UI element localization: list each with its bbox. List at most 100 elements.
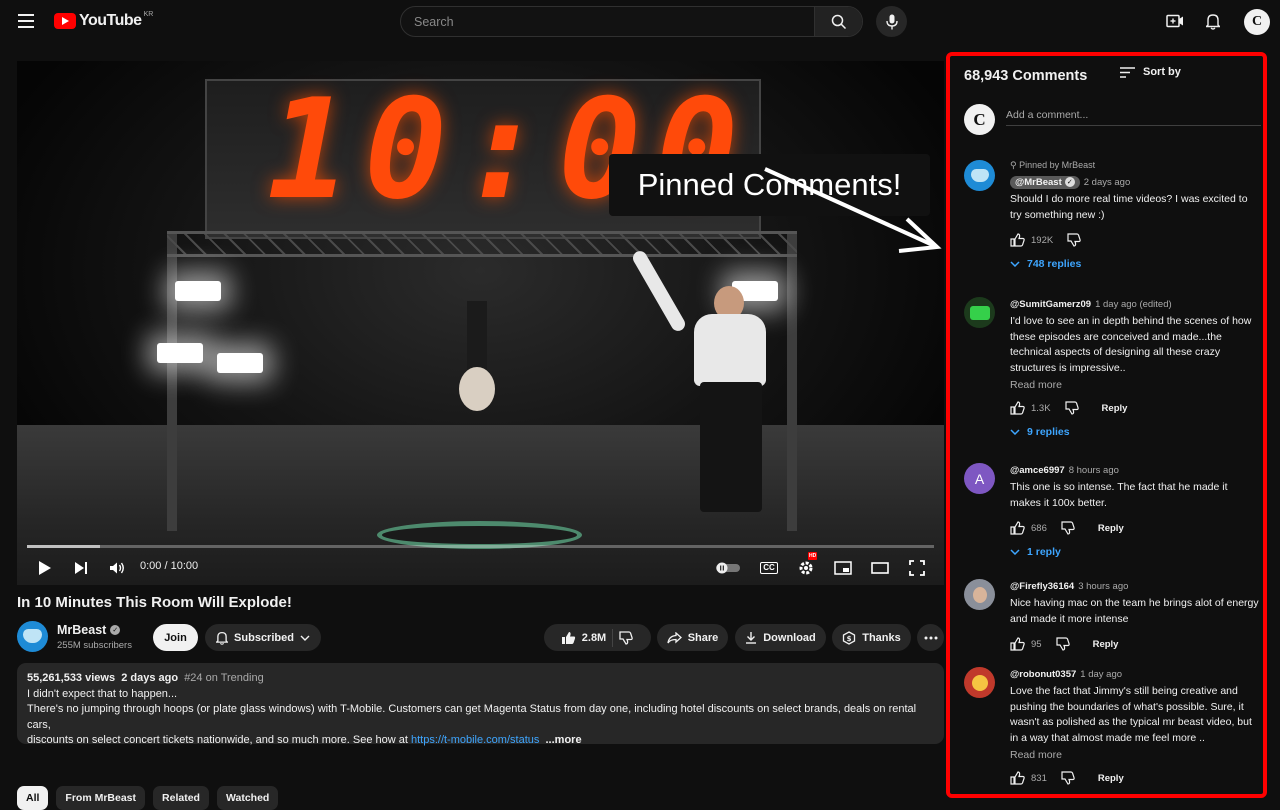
like-dislike-group: 2.8M: [544, 624, 651, 651]
like-count: 95: [1031, 638, 1042, 650]
thumbs-up-icon[interactable]: [1010, 637, 1025, 651]
comment-meta: @Firefly36164 3 hours ago: [1010, 579, 1260, 593]
share-button[interactable]: Share: [657, 624, 728, 651]
chip-all[interactable]: All: [17, 786, 49, 810]
skip-next-icon: [75, 562, 87, 574]
view-replies-button[interactable]: 1 reply: [1010, 546, 1260, 558]
chevron-down-icon: [1010, 549, 1020, 556]
subscribed-label: Subscribed: [234, 631, 294, 644]
comment-actions: 192K: [1010, 231, 1260, 249]
stadium-light: [175, 281, 221, 301]
chip-from-channel[interactable]: From MrBeast: [56, 786, 146, 810]
reply-button[interactable]: Reply: [1093, 639, 1119, 650]
commenter-avatar[interactable]: [964, 297, 995, 328]
comment-time[interactable]: 8 hours ago: [1069, 465, 1119, 476]
channel-name[interactable]: MrBeast ✓: [57, 623, 121, 637]
trending-badge[interactable]: #24 on Trending: [184, 672, 264, 684]
menu-icon[interactable]: [18, 14, 34, 28]
miniplayer-button[interactable]: [832, 555, 854, 581]
description-line: I didn't expect that to happen...: [27, 687, 178, 700]
thumbs-up-icon[interactable]: [561, 631, 576, 645]
download-button[interactable]: Download: [735, 624, 826, 651]
thumbs-down-icon[interactable]: [1061, 771, 1076, 785]
read-more-button[interactable]: Read more: [1010, 749, 1260, 761]
progress-bar[interactable]: [27, 545, 934, 548]
theater-mode-button[interactable]: [869, 555, 891, 581]
voice-search-button[interactable]: [876, 6, 907, 37]
fullscreen-icon: [909, 560, 925, 576]
commenter-avatar[interactable]: [964, 667, 995, 698]
autoplay-toggle[interactable]: [715, 555, 741, 581]
description-link[interactable]: https://t-mobile.com/status: [411, 734, 539, 746]
next-button[interactable]: [71, 555, 91, 581]
view-replies-button[interactable]: 748 replies: [1010, 258, 1260, 270]
comment-time[interactable]: 1 day ago: [1080, 669, 1122, 680]
chip-related[interactable]: Related: [153, 786, 209, 810]
channel-avatar[interactable]: [17, 621, 48, 652]
create-button[interactable]: [1165, 11, 1185, 31]
view-replies-button[interactable]: 9 replies: [1010, 426, 1260, 438]
avatar-initial: A: [974, 470, 985, 487]
thumbs-up-icon[interactable]: [1010, 771, 1025, 785]
comment-actions: 831 Reply: [1010, 769, 1260, 787]
svg-text:$: $: [847, 635, 852, 643]
thumbs-down-icon[interactable]: [619, 630, 634, 645]
thumbs-up-icon[interactable]: [1010, 401, 1025, 415]
read-more-button[interactable]: Read more: [1010, 379, 1260, 391]
settings-button[interactable]: HD: [795, 552, 818, 581]
gear-icon: [799, 561, 813, 575]
comment-time[interactable]: 3 hours ago: [1078, 581, 1128, 592]
share-label: Share: [687, 631, 719, 644]
thumbs-down-icon[interactable]: [1064, 401, 1080, 415]
reply-button[interactable]: Reply: [1102, 403, 1128, 414]
comment-time[interactable]: 2 days ago: [1084, 177, 1130, 188]
commenter-avatar[interactable]: A: [964, 463, 995, 494]
video-frame: 10:00: [17, 61, 944, 585]
pillar-left: [167, 231, 177, 531]
fullscreen-button[interactable]: [906, 555, 928, 581]
more-actions-button[interactable]: [917, 624, 944, 651]
bell-icon: [1206, 13, 1220, 30]
hanging-person: [457, 301, 497, 411]
comment-time[interactable]: 1 day ago (edited): [1095, 299, 1172, 310]
reply-button[interactable]: Reply: [1098, 773, 1124, 784]
comment-author[interactable]: @amce6997: [1010, 465, 1065, 476]
comment-item: @robonut0357 1 day ago Love the fact tha…: [964, 667, 1263, 794]
reply-button[interactable]: Reply: [1098, 523, 1124, 534]
volume-button[interactable]: [107, 555, 127, 581]
thanks-button[interactable]: $ Thanks: [832, 624, 911, 651]
thumbs-down-icon[interactable]: [1055, 637, 1071, 651]
comment-author[interactable]: @MrBeast ✓: [1010, 175, 1080, 189]
like-count: 831: [1031, 772, 1047, 784]
search-button[interactable]: [814, 7, 862, 36]
play-button[interactable]: [35, 555, 55, 581]
pinned-by-text: Pinned by MrBeast: [1019, 160, 1096, 170]
commenter-avatar[interactable]: [964, 160, 995, 191]
thumbs-down-icon[interactable]: [1067, 233, 1082, 247]
search-input[interactable]: [401, 7, 815, 36]
like-count: 1.3K: [1031, 402, 1051, 414]
notifications-button[interactable]: [1203, 11, 1223, 31]
bell-icon: [216, 631, 229, 645]
sort-button[interactable]: Sort by: [1120, 66, 1181, 78]
add-comment-input[interactable]: [1006, 104, 1261, 126]
thumbs-up-icon[interactable]: [1010, 233, 1025, 247]
captions-button[interactable]: CC: [758, 555, 780, 581]
thumbs-down-icon[interactable]: [1061, 521, 1076, 535]
like-count[interactable]: 2.8M: [582, 632, 606, 644]
subscribed-button[interactable]: Subscribed: [205, 624, 321, 651]
comment-author[interactable]: @robonut0357: [1010, 669, 1076, 680]
download-icon: [746, 632, 757, 644]
join-button[interactable]: Join: [153, 624, 198, 651]
thumbs-up-icon[interactable]: [1010, 521, 1025, 535]
account-avatar[interactable]: C: [1244, 9, 1270, 35]
youtube-logo[interactable]: YouTube KR: [54, 11, 153, 30]
show-more-button[interactable]: ...more: [546, 734, 582, 746]
video-player[interactable]: 10:00 Pinned Comments! 0:00 / 10:00 CC H…: [17, 61, 944, 585]
time-display: 0:00 / 10:00: [140, 560, 199, 572]
description-box[interactable]: 55,261,533 views 2 days ago #24 on Trend…: [17, 663, 944, 746]
chip-watched[interactable]: Watched: [216, 786, 279, 810]
commenter-avatar[interactable]: [964, 579, 995, 610]
comment-author[interactable]: @SumitGamerz09: [1010, 299, 1091, 310]
comment-author[interactable]: @Firefly36164: [1010, 581, 1074, 592]
